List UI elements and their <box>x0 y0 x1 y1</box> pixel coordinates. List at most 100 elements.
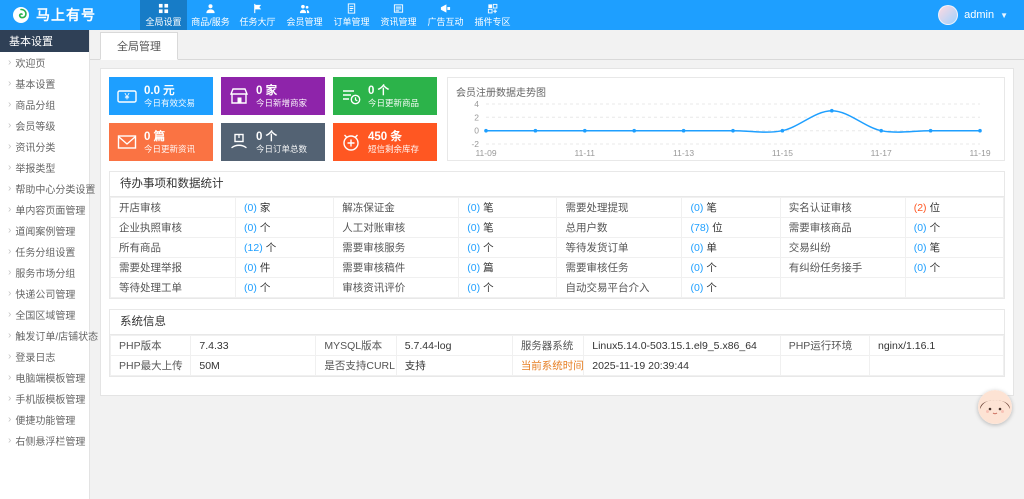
todo-value-link[interactable]: (0) <box>244 202 257 214</box>
registration-chart: 420-211-0911-1111-1311-1511-1711-19 <box>456 99 996 157</box>
sidebar-item[interactable]: ›触发订单/店铺状态 <box>0 325 89 346</box>
top-row: ¥ 0.0 元今日有效交易 0 家今日新增商家 0 个今日更新商品 0 篇今日更… <box>109 77 1005 161</box>
todo-unit: 个 <box>266 242 277 254</box>
todo-value-link[interactable]: (0) <box>244 262 257 274</box>
sidebar-item[interactable]: ›会员等级 <box>0 115 89 136</box>
sidebar-item[interactable]: ›帮助中心分类设置 <box>0 178 89 199</box>
todo-value-link[interactable]: (0) <box>467 282 480 294</box>
sms-plus-icon <box>340 131 362 153</box>
chevron-down-icon[interactable]: ▼ <box>1000 11 1008 20</box>
sidebar-item[interactable]: ›任务分组设置 <box>0 241 89 262</box>
chevron-right-icon: › <box>8 393 11 404</box>
sidebar-item[interactable]: ›欢迎页 <box>0 52 89 73</box>
todo-value-link[interactable]: (0) <box>914 242 927 254</box>
stat-card-updated-news[interactable]: 0 篇今日更新资讯 <box>109 123 213 161</box>
stat-cards: ¥ 0.0 元今日有效交易 0 家今日新增商家 0 个今日更新商品 0 篇今日更… <box>109 77 437 161</box>
nav-item-goods-services[interactable]: 商品/服务 <box>187 0 234 30</box>
nav-item-order-management[interactable]: 订单管理 <box>328 0 375 30</box>
stat-card-total-orders[interactable]: 0 个今日订单总数 <box>221 123 325 161</box>
ticket-icon: ¥ <box>116 85 138 107</box>
todo-value-link[interactable]: (0) <box>467 222 480 234</box>
sidebar-item[interactable]: ›便捷功能管理 <box>0 409 89 430</box>
todo-value-cell: (0)单 <box>682 238 780 258</box>
todo-value-link[interactable]: (0) <box>690 242 703 254</box>
todo-value-link[interactable]: (0) <box>690 202 703 214</box>
todo-value-link[interactable]: (0) <box>690 262 703 274</box>
chart-point <box>484 129 488 133</box>
chart-point <box>682 129 686 133</box>
todo-value-link[interactable]: (0) <box>467 242 480 254</box>
sysinfo-label: 服务器系统 <box>512 336 583 356</box>
todo-value-link[interactable]: (0) <box>690 282 703 294</box>
todo-unit: 单 <box>706 242 717 254</box>
nav-item-global-settings[interactable]: 全局设置 <box>140 0 187 30</box>
chart-point <box>632 129 636 133</box>
user-avatar[interactable] <box>938 5 958 25</box>
todo-unit: 篇 <box>483 262 494 274</box>
todo-value-link[interactable]: (78) <box>690 222 709 234</box>
stat-card-sms-stock[interactable]: 450 条短信剩余库存 <box>333 123 437 161</box>
flag-icon <box>252 3 263 15</box>
sidebar-item[interactable]: ›服务市场分组 <box>0 262 89 283</box>
brand-title: 马上有号 <box>36 5 96 25</box>
todo-value-link[interactable]: (0) <box>467 202 480 214</box>
stat-card-today-trade[interactable]: ¥ 0.0 元今日有效交易 <box>109 77 213 115</box>
sidebar-item[interactable]: ›快递公司管理 <box>0 283 89 304</box>
chevron-right-icon: › <box>8 99 11 110</box>
sidebar-item[interactable]: ›全国区域管理 <box>0 304 89 325</box>
todo-label: 需要处理举报 <box>111 258 236 278</box>
mail-icon <box>116 131 138 153</box>
todo-value-link[interactable]: (0) <box>244 282 257 294</box>
nav-item-task-hall[interactable]: 任务大厅 <box>234 0 281 30</box>
nav-item-member-management[interactable]: 会员管理 <box>281 0 328 30</box>
tab-global-management[interactable]: 全局管理 <box>100 32 178 60</box>
todo-value-cell: (0)个 <box>459 238 557 258</box>
floating-service-avatar[interactable] <box>978 390 1012 424</box>
todo-row: 开店审核(0)家解冻保证金(0)笔需要处理提现(0)笔实名认证审核(2)位 <box>111 198 1004 218</box>
sidebar-item[interactable]: ›道闻案例管理 <box>0 220 89 241</box>
svg-text:11-11: 11-11 <box>575 148 596 157</box>
chevron-right-icon: › <box>8 330 11 341</box>
chevron-right-icon: › <box>8 246 11 257</box>
chart-title: 会员注册数据走势图 <box>456 84 996 99</box>
sidebar-item[interactable]: ›基本设置 <box>0 73 89 94</box>
todo-value-link[interactable]: (0) <box>467 262 480 274</box>
svg-text:11-15: 11-15 <box>772 148 793 157</box>
svg-text:11-13: 11-13 <box>673 148 694 157</box>
sidebar-item[interactable]: ›电脑端模板管理 <box>0 367 89 388</box>
todo-unit: 个 <box>483 282 494 294</box>
nav-item-news-management[interactable]: 资讯管理 <box>375 0 422 30</box>
todo-value-link[interactable]: (0) <box>914 262 927 274</box>
sysinfo-label: PHP版本 <box>111 336 191 356</box>
sidebar-item[interactable]: ›右侧悬浮栏管理 <box>0 430 89 451</box>
sidebar-item[interactable]: ›手机版模板管理 <box>0 388 89 409</box>
sidebar-item[interactable]: ›单内容页面管理 <box>0 199 89 220</box>
stat-card-new-merchants[interactable]: 0 家今日新增商家 <box>221 77 325 115</box>
svg-text:0: 0 <box>474 126 479 136</box>
chevron-right-icon: › <box>8 204 11 215</box>
sidebar-item[interactable]: ›资讯分类 <box>0 136 89 157</box>
todo-value-link[interactable]: (2) <box>914 202 927 214</box>
sysinfo-value: 50M <box>191 356 316 376</box>
sidebar-item[interactable]: ›商品分组 <box>0 94 89 115</box>
brand[interactable]: 马上有号 <box>0 0 140 30</box>
nav-item-ad-interaction[interactable]: 广告互动 <box>422 0 469 30</box>
sidebar-item[interactable]: ›登录日志 <box>0 346 89 367</box>
todo-value-link[interactable]: (12) <box>244 242 263 254</box>
stat-card-updated-goods[interactable]: 0 个今日更新商品 <box>333 77 437 115</box>
main-nav: 全局设置 商品/服务 任务大厅 会员管理 订单管理 资讯管理 广告互动 插件专 <box>140 0 516 30</box>
sysinfo-label: PHP运行环境 <box>780 336 869 356</box>
sidebar-item[interactable]: ›举报类型 <box>0 157 89 178</box>
todo-value-link[interactable]: (0) <box>914 222 927 234</box>
todo-value-cell: (12)个 <box>236 238 334 258</box>
chevron-right-icon: › <box>8 288 11 299</box>
nav-item-plugin-zone[interactable]: 插件专区 <box>469 0 516 30</box>
chevron-right-icon: › <box>8 267 11 278</box>
sidebar-item-label: 电脑端模板管理 <box>15 370 85 385</box>
nav-item-label: 任务大厅 <box>239 15 275 28</box>
chevron-right-icon: › <box>8 351 11 362</box>
todo-label: 总用户数 <box>557 218 682 238</box>
todo-value-link[interactable]: (0) <box>244 222 257 234</box>
username[interactable]: admin <box>964 9 994 21</box>
todo-panel-title: 待办事项和数据统计 <box>110 172 1004 197</box>
